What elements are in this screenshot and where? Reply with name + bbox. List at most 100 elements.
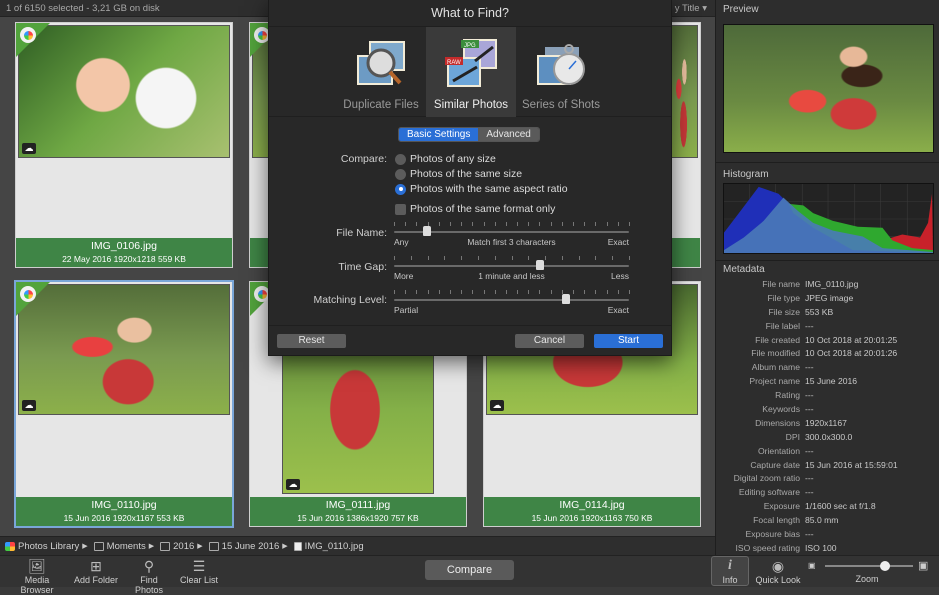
metadata-value: JPEG image [805, 292, 854, 303]
slider-tick [539, 290, 541, 294]
breadcrumb-item[interactable]: IMG_0110.jpg [293, 541, 364, 552]
add-folder-button[interactable]: ⊞ Add Folder [73, 557, 119, 586]
slider-tick [444, 256, 446, 260]
metadata-value: ISO 100 [805, 542, 837, 553]
zoom-slider-thumb[interactable] [879, 561, 890, 571]
file-name-slider[interactable]: Any Match first 3 characters Exact [394, 222, 630, 247]
slider-tick [449, 222, 451, 226]
slider-tick [410, 256, 412, 260]
folder-icon [160, 541, 171, 551]
mode-similar-photos[interactable]: JPG RAW Similar Photos [426, 27, 516, 117]
media-browser-button[interactable]: 🖼 Media Browser [7, 557, 67, 595]
photos-library-icon [20, 286, 36, 302]
metadata-value: IMG_0110.jpg [805, 279, 859, 289]
slider-tick [584, 222, 586, 226]
slider-tick [405, 290, 407, 294]
slider-tick [550, 290, 552, 294]
radio-same-size[interactable]: Photos of the same size [395, 168, 522, 180]
metadata-key: File type [767, 292, 800, 303]
dialog-title: What to Find? [269, 0, 671, 27]
slider-tick [405, 222, 407, 226]
file-name-label: File Name: [336, 227, 387, 239]
tab-advanced[interactable]: Advanced [478, 128, 539, 141]
zoom-small-icon: ▣ [808, 561, 816, 570]
cloud-icon: ☁ [286, 479, 300, 490]
time-gap-label: Time Gap: [338, 261, 387, 273]
slider-tick [427, 256, 429, 260]
photo-name: IMG_0114.jpg [559, 499, 625, 511]
find-photos-button[interactable]: ⚲ Find Photos [125, 557, 173, 595]
slider-tick [606, 290, 608, 294]
clear-list-button[interactable]: ☰ Clear List [179, 557, 219, 586]
histogram-title: Histogram [723, 169, 769, 180]
breadcrumb-item[interactable]: Photos Library ▶ [5, 541, 91, 552]
slider-thumb[interactable] [535, 260, 544, 270]
start-button[interactable]: Start [594, 334, 663, 348]
photo-card-selected[interactable]: ☁ IMG_0110.jpg 15 Jun 2016 1920x1167 553 … [14, 280, 234, 528]
sort-dropdown[interactable]: y Title ▾ [675, 3, 707, 14]
slider-thumb[interactable] [561, 294, 570, 304]
breadcrumb-item[interactable]: Moments ▶ [93, 541, 157, 552]
checkbox-same-format[interactable]: Photos of the same format only [395, 203, 555, 215]
metadata-key: Capture date [750, 459, 800, 470]
slider-tick [595, 290, 597, 294]
radio-same-aspect-ratio[interactable]: Photos with the same aspect ratio [395, 183, 568, 195]
mode-label: Duplicate Files [343, 99, 419, 111]
stopwatch-photos-icon [537, 44, 585, 85]
metadata-value: 553 KB [805, 306, 834, 317]
metadata-key: ISO speed rating [735, 542, 801, 553]
histogram-chart [723, 183, 934, 254]
slider-tick [416, 290, 418, 294]
photo-thumbnail [668, 25, 698, 158]
breadcrumb-item[interactable]: 2016 ▶ [160, 541, 206, 552]
photos-library-icon [5, 541, 15, 551]
mode-duplicate-files[interactable]: Duplicate Files [336, 27, 426, 117]
slider-tick [528, 222, 530, 226]
metadata-value: --- [805, 529, 814, 540]
slider-tick [494, 222, 496, 226]
photo-card[interactable]: ☁ IMG_0106.jpg 22 May 2016 1920x1218 559 … [15, 22, 233, 268]
metadata-row: File label --- [716, 320, 939, 334]
metadata-key: File modified [751, 348, 800, 359]
cancel-button[interactable]: Cancel [515, 334, 584, 348]
metadata-row: Project name 15 June 2016 [716, 375, 939, 389]
mode-series-of-shots[interactable]: Series of Shots [516, 27, 606, 117]
metadata-row: Keywords --- [716, 403, 939, 417]
matching-level-slider[interactable]: Partial Exact [394, 290, 630, 315]
radio-any-size[interactable]: Photos of any size [395, 153, 496, 165]
metadata-value: --- [805, 320, 814, 331]
metadata-value: --- [805, 404, 814, 415]
slider-tick [449, 290, 451, 294]
selection-status: 1 of 6150 selected - 3,21 GB on disk [6, 3, 160, 14]
slider-tick [617, 290, 619, 294]
plus-icon: ⊞ [90, 557, 102, 574]
reset-button[interactable]: Reset [277, 334, 346, 348]
slider-tick [416, 222, 418, 226]
zoom-slider[interactable] [825, 561, 913, 571]
slider-tick [438, 290, 440, 294]
search-icon: ⚲ [143, 557, 155, 574]
slider-tick [517, 222, 519, 226]
time-gap-slider[interactable]: More 1 minute and less Less [394, 256, 630, 281]
eye-icon: ◉ [771, 557, 785, 574]
slider-tick [517, 290, 519, 294]
slider-tick [629, 256, 630, 260]
metadata-value: 10 Oct 2018 at 20:01:26 [805, 348, 898, 359]
metadata-key: DPI [785, 431, 800, 442]
info-icon: i [728, 558, 732, 573]
slider-tick [461, 256, 463, 260]
photo-meta: 15 Jun 2016 1920x1167 553 KB [63, 513, 185, 523]
slider-tick [578, 256, 580, 260]
quick-look-button[interactable]: ◉ Quick Look [755, 557, 801, 586]
slider-thumb[interactable] [422, 226, 431, 236]
tab-basic-settings[interactable]: Basic Settings [399, 128, 479, 141]
photo-name: IMG_0106.jpg [91, 240, 157, 252]
metadata-list: File name IMG_0110.jpg File type JPEG image… [716, 278, 939, 556]
svg-text:JPG: JPG [464, 43, 476, 49]
info-button-content[interactable]: i Info [711, 557, 749, 585]
breadcrumb-item[interactable]: 15 June 2016 ▶ [208, 541, 291, 552]
zoom-label: Zoom [855, 574, 879, 584]
compare-button[interactable]: Compare [425, 560, 514, 580]
slider-tick [528, 290, 530, 294]
folder-icon [208, 541, 219, 551]
